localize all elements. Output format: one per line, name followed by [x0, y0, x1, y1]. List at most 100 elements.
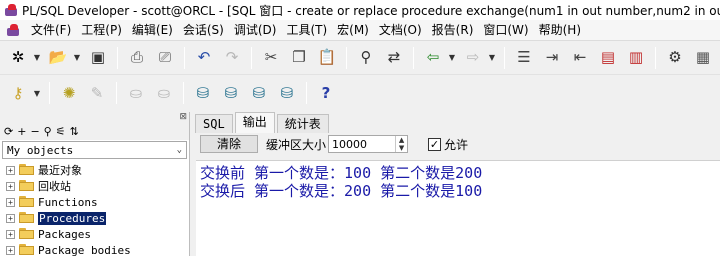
cut-icon: ✂: [264, 48, 278, 66]
export-dropdown[interactable]: ▼: [485, 46, 499, 70]
undo-icon: ↶: [197, 48, 211, 66]
output-area[interactable]: 交换前 第一个数是：100 第二个数是200 交换后 第一个数是：200 第二个…: [196, 160, 720, 256]
expand-icon[interactable]: +: [6, 165, 15, 175]
tree-item-packages[interactable]: + Packages: [0, 226, 189, 242]
execute-button[interactable]: ⚙: [663, 46, 687, 70]
print-preview-button[interactable]: ⎚: [153, 46, 177, 70]
user-icon: ⛀: [129, 83, 143, 102]
sort-icon[interactable]: ⇅: [70, 125, 79, 138]
menu-debug[interactable]: 调试(D): [229, 20, 282, 40]
export-button[interactable]: ⇨: [461, 46, 485, 70]
breakpoint-button[interactable]: ✎: [85, 81, 109, 105]
menu-help[interactable]: 帮助(H): [534, 20, 586, 40]
toolbar-separator: [306, 82, 307, 104]
tree-item-procedures[interactable]: + Procedures: [0, 210, 189, 226]
filter-icon[interactable]: ⚟: [56, 125, 66, 138]
menu-documents[interactable]: 文档(O): [374, 20, 427, 40]
buffer-size-stepper[interactable]: 10000 ▲ ▼: [328, 135, 409, 153]
object-filter-select[interactable]: My objects ⌄: [2, 141, 187, 159]
import-button[interactable]: ⇦: [421, 46, 445, 70]
import-dropdown[interactable]: ▼: [445, 46, 459, 70]
tree-item-functions[interactable]: + Functions: [0, 194, 189, 210]
clear-button[interactable]: 清除: [200, 135, 258, 153]
tab-statistics[interactable]: 统计表: [276, 114, 329, 133]
tree-item-package-bodies[interactable]: + Package bodies: [0, 242, 189, 256]
menu-window[interactable]: 窗口(W): [478, 20, 533, 40]
key-button[interactable]: ⚷: [6, 81, 30, 105]
find-icon: ⚲: [360, 48, 372, 66]
expand-icon[interactable]: +: [6, 245, 15, 255]
secondary-toolbar: ⚷ ▼ ✺ ✎ ⛀ ⛀ ⛁ ⛁ ⛁ ⛁ ?: [0, 76, 720, 110]
db-connect-button[interactable]: ⛁: [191, 81, 215, 105]
user-button[interactable]: ⛀: [124, 81, 148, 105]
enable-output-checkbox[interactable]: ✓ 允许: [428, 136, 468, 153]
toolbar-separator: [655, 46, 656, 69]
copy-button[interactable]: ❐: [287, 46, 311, 70]
menu-edit[interactable]: 编辑(E): [127, 20, 178, 40]
remove-icon[interactable]: −: [30, 125, 39, 138]
replace-button[interactable]: ⇄: [382, 46, 406, 70]
object-filter-value: My objects: [7, 143, 74, 157]
open-dropdown[interactable]: ▼: [70, 46, 84, 70]
expand-icon[interactable]: +: [6, 213, 15, 223]
tab-sql[interactable]: SQL: [195, 114, 233, 133]
expand-icon[interactable]: +: [6, 229, 15, 239]
tree-item-recycle-bin[interactable]: + 回收站: [0, 178, 189, 194]
expand-icon[interactable]: +: [6, 197, 15, 207]
copy-icon: ❐: [292, 48, 306, 66]
paste-button[interactable]: 📋: [315, 46, 339, 70]
add-icon[interactable]: +: [17, 125, 26, 138]
open-button[interactable]: 📂: [46, 46, 70, 70]
checkbox-checked-icon[interactable]: ✓: [428, 137, 442, 151]
print-button[interactable]: ⎙: [125, 46, 149, 70]
export-icon: ⇨: [466, 48, 480, 66]
more-button[interactable]: ▦: [691, 46, 715, 70]
menu-tools[interactable]: 工具(T): [281, 20, 332, 40]
undo-button[interactable]: ↶: [192, 46, 216, 70]
redo-button[interactable]: ↷: [220, 46, 244, 70]
help-button[interactable]: ?: [314, 81, 338, 105]
close-icon[interactable]: ⊠: [179, 112, 187, 122]
menu-file[interactable]: 文件(F): [26, 20, 76, 40]
refresh-icon[interactable]: ⟳: [4, 125, 13, 138]
menu-reports[interactable]: 报告(R): [427, 20, 479, 40]
unindent-button[interactable]: ⇤: [568, 46, 592, 70]
comment-button[interactable]: ▤: [596, 46, 620, 70]
compile-button[interactable]: ☰: [512, 46, 536, 70]
debug-button[interactable]: ✺: [57, 81, 81, 105]
menu-macro[interactable]: 宏(M): [332, 20, 374, 40]
replace-icon: ⇄: [387, 48, 401, 66]
uncomment-button[interactable]: ▥: [624, 46, 648, 70]
new-dropdown[interactable]: ▼: [30, 46, 44, 70]
window-title: PL/SQL Developer - scott@ORCL - [SQL 窗口 …: [22, 3, 720, 18]
stepper-arrows-icon[interactable]: ▲ ▼: [395, 136, 407, 152]
toolbar-separator: [49, 82, 50, 104]
print-preview-icon: ⎚: [158, 48, 171, 66]
find-icon[interactable]: ⚲: [44, 125, 52, 138]
save-button[interactable]: ▣: [86, 46, 110, 70]
find-button[interactable]: ⚲: [354, 46, 378, 70]
object-browser-toolbar: ⟳ + − ⚲ ⚟ ⇅: [0, 123, 189, 140]
expand-icon[interactable]: +: [6, 181, 15, 191]
output-toolbar: 清除 缓冲区大小 10000 ▲ ▼ ✓ 允许: [192, 133, 720, 155]
folder-icon: [19, 164, 35, 176]
window-menu-icon[interactable]: [6, 23, 20, 37]
new-button[interactable]: ✲: [6, 46, 30, 70]
cut-button[interactable]: ✂: [259, 46, 283, 70]
db-refresh-button[interactable]: ⛁: [275, 81, 299, 105]
menu-project[interactable]: 工程(P): [76, 20, 127, 40]
sql-button[interactable]: ⛁: [219, 81, 243, 105]
menu-session[interactable]: 会话(S): [178, 20, 229, 40]
db-button[interactable]: ⛁: [247, 81, 271, 105]
buffer-size-value[interactable]: 10000: [329, 138, 395, 151]
tab-output[interactable]: 输出: [234, 112, 275, 133]
indent-button[interactable]: ⇥: [540, 46, 564, 70]
folder-icon: [19, 228, 35, 240]
chevron-down-icon: ▼: [73, 53, 81, 62]
role-button[interactable]: ⛀: [152, 81, 176, 105]
tree-item-label: 回收站: [38, 180, 71, 193]
breakpoint-icon: ✎: [90, 83, 104, 102]
folder-icon: [19, 196, 35, 208]
key-dropdown[interactable]: ▼: [30, 81, 44, 105]
tree-item-recent[interactable]: + 最近对象: [0, 162, 189, 178]
